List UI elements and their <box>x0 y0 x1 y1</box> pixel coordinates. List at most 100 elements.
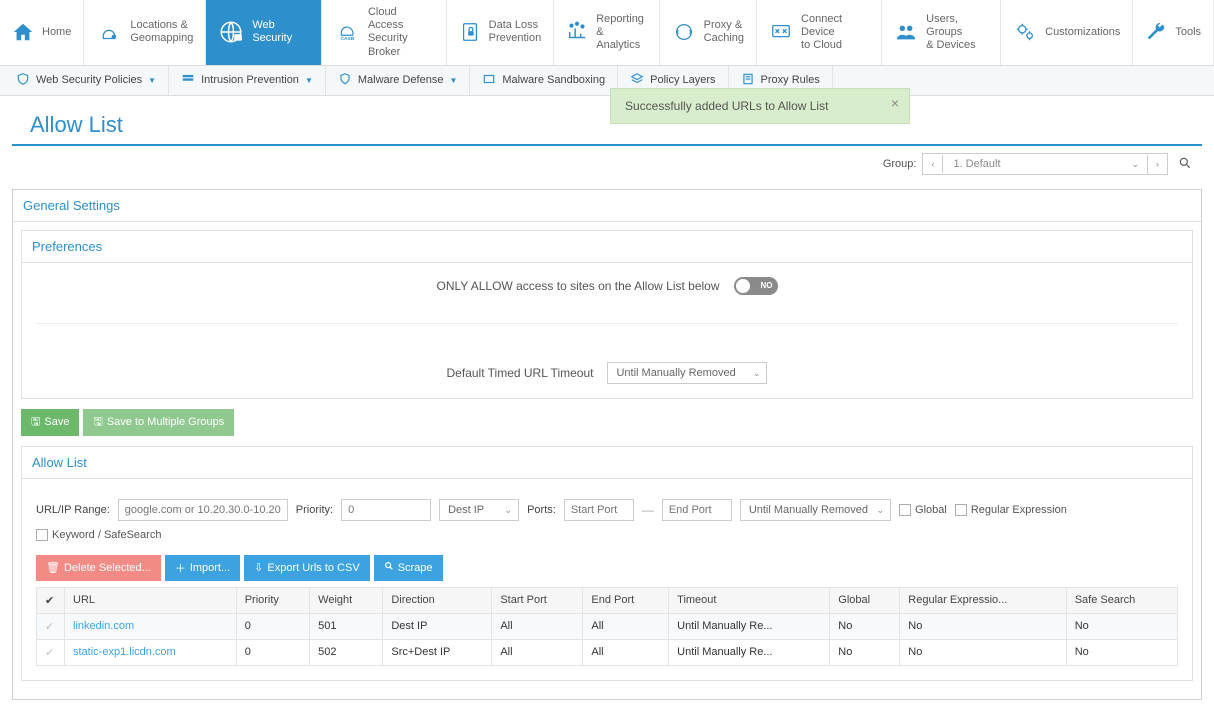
import-button[interactable]: ＋ Import... <box>165 555 240 581</box>
col-priority[interactable]: Priority <box>236 587 309 613</box>
subnav-ips[interactable]: Intrusion Prevention ▼ <box>169 66 326 95</box>
default-timeout-select[interactable]: Until Manually Removed ⌄ <box>607 362 767 384</box>
subnav-label: Malware Defense <box>358 74 444 86</box>
nav-label: Cloud Access Security Broker <box>368 6 434 59</box>
nav-proxy[interactable]: Proxy & Caching <box>660 0 757 65</box>
col-safe[interactable]: Safe Search <box>1066 587 1177 613</box>
row-checkbox[interactable]: ✓ <box>37 613 65 639</box>
allow-list-table: ✔ URL Priority Weight Direction Start Po… <box>36 587 1178 666</box>
nav-dlp[interactable]: Data Loss Prevention <box>447 0 555 65</box>
search-icon <box>384 561 394 574</box>
nav-users[interactable]: Users, Groups & Devices <box>882 0 1001 65</box>
cell-global: No <box>830 639 900 665</box>
url-range-label: URL/IP Range: <box>36 504 110 516</box>
end-port-input[interactable] <box>662 499 732 521</box>
nav-home[interactable]: Home <box>0 0 84 65</box>
priority-input[interactable] <box>341 499 431 521</box>
cell-weight: 501 <box>310 613 383 639</box>
timeout-select[interactable]: Until Manually Removed ⌄ <box>740 499 891 521</box>
nav-tools[interactable]: Tools <box>1133 0 1214 65</box>
search-icon[interactable] <box>1174 152 1196 177</box>
select-all-checkbox[interactable]: ✔ <box>37 587 65 613</box>
box-icon <box>482 72 496 89</box>
col-url[interactable]: URL <box>65 587 237 613</box>
device-cloud-icon <box>769 21 793 43</box>
cell-url[interactable]: linkedin.com <box>65 613 237 639</box>
nav-web-security[interactable]: Web Security <box>206 0 322 65</box>
table-row[interactable]: ✓ linkedin.com 0 501 Dest IP All All Unt… <box>37 613 1178 639</box>
chevron-down-icon: ▼ <box>305 76 313 85</box>
nav-label: Home <box>42 26 71 39</box>
nav-label: Customizations <box>1045 26 1120 39</box>
select-value: Until Manually Removed <box>616 367 735 379</box>
delete-selected-button[interactable]: 🗑 Delete Selected... <box>36 555 161 581</box>
success-notification: Successfully added URLs to Allow List × <box>610 88 910 124</box>
close-icon[interactable]: × <box>891 95 899 111</box>
cb-label: Global <box>915 504 947 516</box>
default-timeout-label: Default Timed URL Timeout <box>447 366 594 380</box>
export-button[interactable]: ⇩ Export Urls to CSV <box>244 555 370 581</box>
subnav-sandbox[interactable]: Malware Sandboxing <box>470 66 618 95</box>
nav-customizations[interactable]: Customizations <box>1001 0 1133 65</box>
row-checkbox[interactable]: ✓ <box>37 639 65 665</box>
col-global[interactable]: Global <box>830 587 900 613</box>
page-title: Allow List <box>12 102 1202 146</box>
rules-icon <box>741 72 755 89</box>
save-multiple-button[interactable]: 🖫 Save to Multiple Groups <box>83 409 234 436</box>
preferences-title: Preferences <box>22 231 1192 263</box>
group-next-btn[interactable]: › <box>1148 155 1167 173</box>
subnav-policies[interactable]: Web Security Policies ▼ <box>4 66 169 95</box>
layers-icon <box>630 72 644 89</box>
btn-label: Export Urls to CSV <box>267 562 359 574</box>
url-range-input[interactable] <box>118 499 288 521</box>
chevron-down-icon: ⌄ <box>753 368 761 379</box>
col-timeout[interactable]: Timeout <box>669 587 830 613</box>
general-settings-section: General Settings Preferences ONLY ALLOW … <box>12 189 1202 700</box>
col-start-port[interactable]: Start Port <box>492 587 583 613</box>
nav-casb[interactable]: CASB Cloud Access Security Broker <box>322 0 447 65</box>
svg-text:CASB: CASB <box>340 37 354 43</box>
cell-end-port: All <box>583 639 669 665</box>
plus-icon: ＋ <box>175 560 186 576</box>
col-end-port[interactable]: End Port <box>583 587 669 613</box>
notification-text: Successfully added URLs to Allow List <box>625 99 828 113</box>
only-allow-toggle[interactable]: NO <box>734 277 778 295</box>
global-checkbox[interactable]: Global <box>899 504 947 516</box>
start-port-input[interactable] <box>564 499 634 521</box>
cell-url[interactable]: static-exp1.licdn.com <box>65 639 237 665</box>
chevron-down-icon: ⌄ <box>505 505 513 516</box>
dest-select[interactable]: Dest IP ⌄ <box>439 499 519 521</box>
toggle-state: NO <box>761 281 773 290</box>
group-dropdown-btn[interactable]: ⌄ <box>1123 155 1148 174</box>
keyword-checkbox[interactable]: Keyword / SafeSearch <box>36 529 161 541</box>
group-label: Group: <box>883 158 917 170</box>
cell-start-port: All <box>492 613 583 639</box>
subnav-malware[interactable]: Malware Defense ▼ <box>326 66 471 95</box>
nav-label: Proxy & Caching <box>704 19 744 45</box>
nav-reporting[interactable]: Reporting & Analytics <box>554 0 659 65</box>
cell-direction: Src+Dest IP <box>383 639 492 665</box>
col-weight[interactable]: Weight <box>310 587 383 613</box>
nav-locations[interactable]: Locations & Geomapping <box>84 0 206 65</box>
col-regex[interactable]: Regular Expressio... <box>900 587 1066 613</box>
preferences-panel: Preferences ONLY ALLOW access to sites o… <box>21 230 1193 399</box>
nav-label: Connect Device to Cloud <box>801 13 869 53</box>
save-icon: 🖫 <box>93 413 102 432</box>
cell-priority: 0 <box>236 613 309 639</box>
chevron-down-icon: ▼ <box>449 76 457 85</box>
save-button[interactable]: 🖫 Save <box>21 409 79 436</box>
table-row[interactable]: ✓ static-exp1.licdn.com 0 502 Src+Dest I… <box>37 639 1178 665</box>
scrape-button[interactable]: Scrape <box>374 555 443 581</box>
col-direction[interactable]: Direction <box>383 587 492 613</box>
btn-label: Delete Selected... <box>64 562 151 574</box>
cell-end-port: All <box>583 613 669 639</box>
group-prev-btn[interactable]: ‹ <box>923 155 943 173</box>
regex-checkbox[interactable]: Regular Expression <box>955 504 1067 516</box>
cell-weight: 502 <box>310 639 383 665</box>
nav-connect-device[interactable]: Connect Device to Cloud <box>757 0 882 65</box>
firewall-icon <box>181 72 195 89</box>
nav-label: Data Loss Prevention <box>489 19 542 45</box>
sub-nav: Web Security Policies ▼ Intrusion Preven… <box>0 66 1214 96</box>
group-value[interactable]: 1. Default <box>943 154 1123 174</box>
cell-regex: No <box>900 613 1066 639</box>
